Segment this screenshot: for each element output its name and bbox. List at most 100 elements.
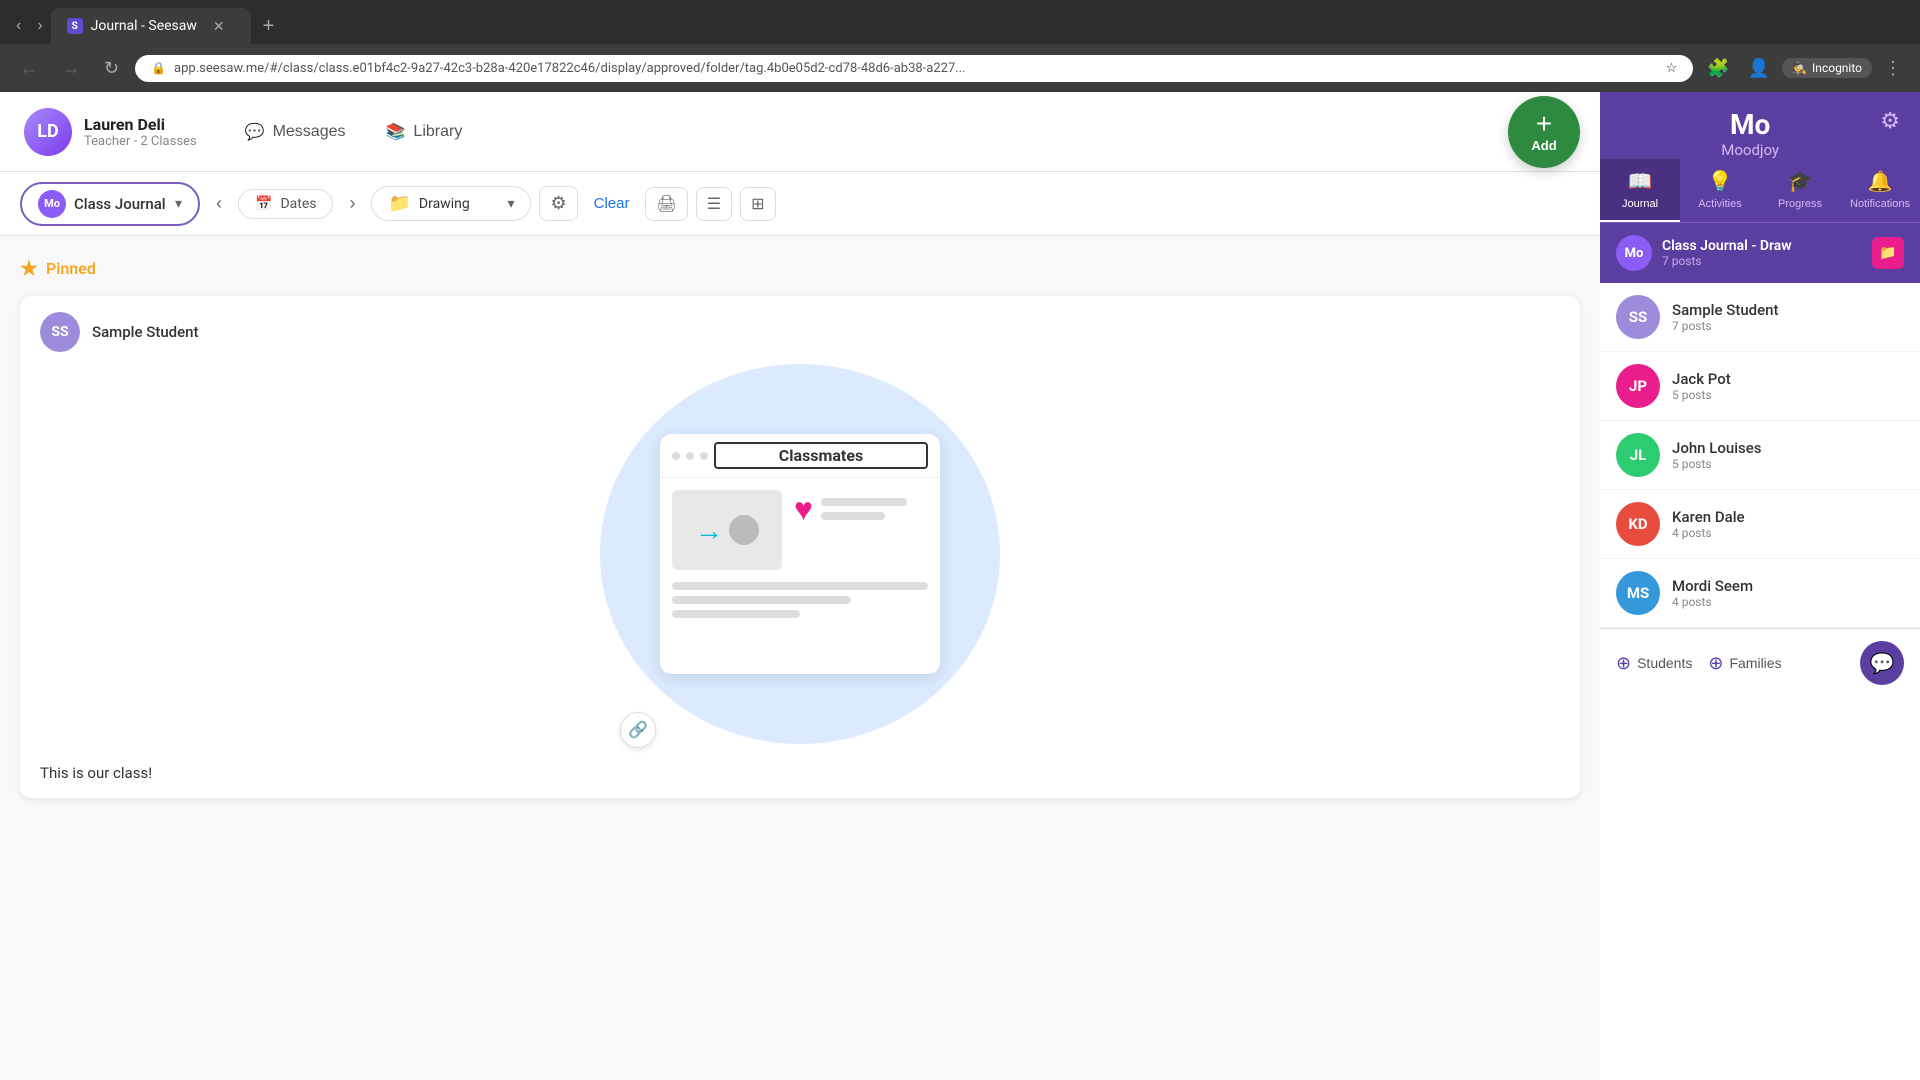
- student-posts-0: 7 posts: [1672, 319, 1779, 333]
- bottom-line-1: [672, 582, 928, 590]
- heart-row: ♥: [794, 490, 928, 528]
- tab-close-btn[interactable]: ✕: [213, 18, 225, 35]
- student-avatar-4: MS: [1616, 571, 1660, 615]
- tab-favicon: S: [67, 18, 83, 34]
- student-posts-3: 4 posts: [1672, 526, 1745, 540]
- dates-picker[interactable]: 📅 Dates: [238, 189, 333, 219]
- grid-view-btn[interactable]: ⊞: [740, 187, 775, 221]
- incognito-badge[interactable]: 🕵 Incognito: [1782, 58, 1872, 78]
- section-title-text: Class Journal: [1662, 238, 1748, 254]
- folder-icon: 📁: [388, 193, 410, 214]
- dates-forward-btn[interactable]: ›: [341, 189, 363, 218]
- forward-btn[interactable]: →: [54, 54, 88, 83]
- plus-circle-icon-2: ⊕: [1708, 653, 1723, 674]
- bottom-lines: [660, 582, 940, 618]
- new-tab-btn[interactable]: +: [251, 15, 287, 38]
- classmates-illustration: Classmates →: [600, 364, 1000, 744]
- active-tab[interactable]: S Journal - Seesaw ✕: [51, 8, 251, 44]
- student-posts-4: 4 posts: [1672, 595, 1753, 609]
- list-item[interactable]: MS Mordi Seem 4 posts: [1600, 559, 1920, 628]
- clear-btn[interactable]: Clear: [586, 189, 638, 218]
- nav-bar: ← → ↻ 🔒 app.seesaw.me/#/class/class.e01b…: [0, 44, 1920, 92]
- right-panel: Mo Moodjoy ⚙ 📖 Journal 💡 Activities 🎓 Pr…: [1600, 172, 1920, 1080]
- link-icon-btn[interactable]: 🔗: [620, 712, 656, 748]
- back-btn[interactable]: ←: [12, 54, 46, 83]
- dates-back-btn[interactable]: ‹: [208, 189, 230, 218]
- student-name-1: Jack Pot: [1672, 370, 1731, 388]
- list-item[interactable]: KD Karen Dale 4 posts: [1600, 490, 1920, 559]
- tab-forward-btn[interactable]: ›: [29, 17, 50, 35]
- bottom-line-3: [672, 610, 800, 618]
- student-list: SS Sample Student 7 posts JP Jack Pot 5 …: [1600, 283, 1920, 628]
- student-avatar-3: KD: [1616, 502, 1660, 546]
- student-avatar-0: SS: [1616, 295, 1660, 339]
- header-nav: 💬 Messages 📚 Library: [229, 114, 479, 150]
- activities-tab-label: Activities: [1698, 198, 1741, 210]
- arrow-person: →: [695, 514, 759, 547]
- classmates-right: ♥: [794, 490, 928, 570]
- incognito-label: Incognito: [1812, 61, 1862, 75]
- student-info-2: John Louises 5 posts: [1672, 439, 1762, 471]
- folder-select[interactable]: 📁 Drawing ▾: [371, 186, 531, 221]
- list-view-btn[interactable]: ☰: [696, 187, 732, 221]
- filter-btn[interactable]: ⚙: [539, 186, 577, 221]
- avatar: LD: [24, 108, 72, 156]
- student-info-0: Sample Student 7 posts: [1672, 301, 1779, 333]
- feed: ★ Pinned SS Sample Student: [0, 236, 1600, 1080]
- journal-tab-icon: 📖: [1628, 172, 1653, 194]
- list-item[interactable]: JP Jack Pot 5 posts: [1600, 352, 1920, 421]
- person-circle: [729, 515, 759, 545]
- tab-notifications[interactable]: 🔔 Notifications: [1840, 172, 1920, 222]
- address-bar[interactable]: 🔒 app.seesaw.me/#/class/class.e01bf4c2-9…: [135, 55, 1693, 82]
- messages-btn[interactable]: 💬 Messages: [229, 114, 362, 150]
- dot-1: [672, 452, 680, 460]
- tab-journal[interactable]: 📖 Journal: [1600, 172, 1680, 222]
- classmates-left: →: [672, 490, 782, 570]
- progress-tab-label: Progress: [1778, 198, 1822, 210]
- student-info-4: Mordi Seem 4 posts: [1672, 577, 1753, 609]
- post-caption: This is our class!: [20, 764, 1580, 798]
- user-name: Lauren Deli: [84, 115, 197, 134]
- folder-label: Drawing: [419, 196, 470, 212]
- print-btn[interactable]: 🖨: [645, 187, 687, 221]
- classmates-title: Classmates: [714, 442, 928, 469]
- post-author: Sample Student: [92, 323, 199, 341]
- panel-section-info: Class Journal - Draw 7 posts: [1662, 238, 1862, 268]
- class-select[interactable]: Mo Class Journal ▾: [20, 182, 200, 226]
- panel-section-mo-avatar: Mo: [1616, 235, 1652, 271]
- student-avatar-2: JL: [1616, 433, 1660, 477]
- panel-section-folder-icon[interactable]: 📁: [1872, 237, 1904, 269]
- student-posts-2: 5 posts: [1672, 457, 1762, 471]
- tab-back-btn[interactable]: ‹: [8, 17, 29, 35]
- class-select-label: Class Journal: [74, 195, 166, 213]
- extensions-btn[interactable]: 🧩: [1701, 54, 1735, 83]
- line-bar-2: [821, 512, 885, 520]
- avatar-placeholder: LD: [24, 108, 72, 156]
- panel-tabs: 📖 Journal 💡 Activities 🎓 Progress 🔔 Noti…: [1600, 172, 1920, 223]
- post-avatar: SS: [40, 312, 80, 352]
- reload-btn[interactable]: ↻: [96, 54, 127, 83]
- add-button[interactable]: + Add: [1508, 96, 1580, 168]
- section-subtitle-draw: - Draw: [1751, 238, 1791, 254]
- profile-btn[interactable]: 👤: [1742, 54, 1776, 83]
- address-text: app.seesaw.me/#/class/class.e01bf4c2-9a2…: [174, 61, 1658, 76]
- arrow-icon: →: [695, 514, 723, 547]
- list-item[interactable]: SS Sample Student 7 posts: [1600, 283, 1920, 352]
- chat-icon: 💬: [1870, 651, 1895, 676]
- plus-icon: +: [1536, 110, 1552, 138]
- list-item[interactable]: JL John Louises 5 posts: [1600, 421, 1920, 490]
- dot-2: [686, 452, 694, 460]
- panel-section-header[interactable]: Mo Class Journal - Draw 7 posts 📁: [1600, 223, 1920, 283]
- library-btn[interactable]: 📚 Library: [370, 114, 479, 150]
- panel-section-posts: 7 posts: [1662, 254, 1862, 268]
- toolbar: Mo Class Journal ▾ ‹ 📅 Dates › 📁 Drawing…: [0, 172, 1600, 236]
- tab-progress[interactable]: 🎓 Progress: [1760, 172, 1840, 222]
- chat-btn[interactable]: 💬: [1860, 641, 1904, 685]
- add-families-btn[interactable]: ⊕ Families: [1708, 653, 1781, 674]
- families-label: Families: [1729, 655, 1781, 671]
- menu-btn[interactable]: ⋮: [1878, 54, 1908, 83]
- tab-activities[interactable]: 💡 Activities: [1680, 172, 1760, 222]
- app: LD Lauren Deli Teacher - 2 Classes 💬 Mes…: [0, 92, 1920, 1080]
- students-label: Students: [1637, 655, 1692, 671]
- add-students-btn[interactable]: ⊕ Students: [1616, 653, 1692, 674]
